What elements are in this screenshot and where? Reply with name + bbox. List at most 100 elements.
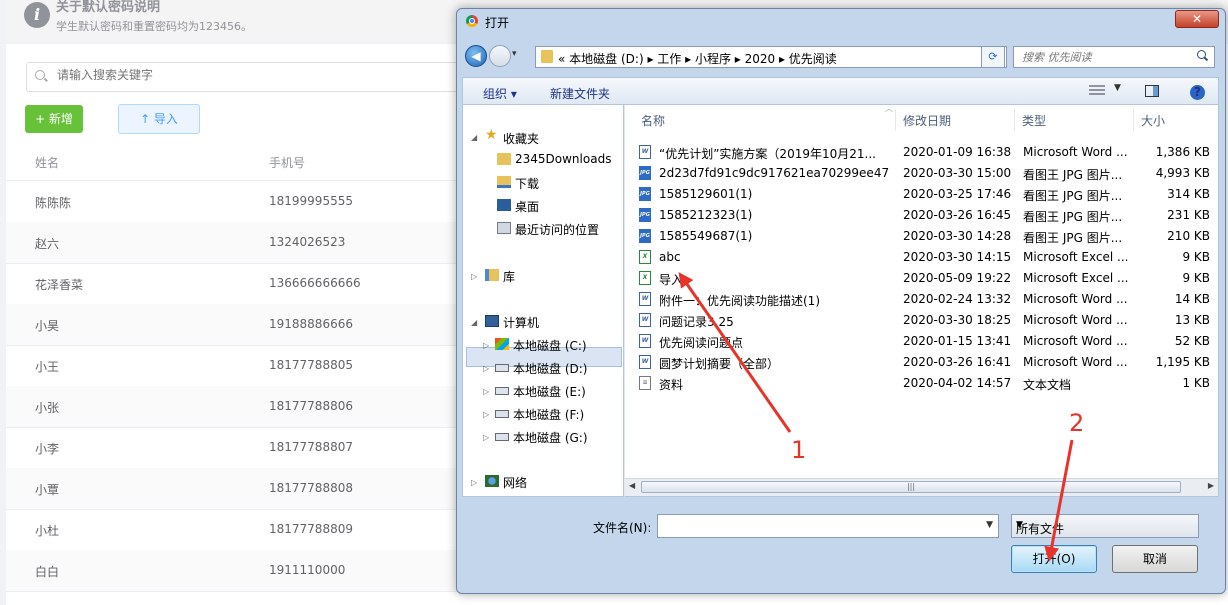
cell-phone: 18177788808 [269, 481, 353, 495]
nav-drive-c[interactable]: 本地磁盘 (C:) [513, 337, 587, 354]
expand-icon[interactable]: ▷ [483, 341, 489, 350]
organize-menu[interactable]: 组织 ▾ [483, 85, 517, 102]
table-row[interactable]: 小王 18177788805 [6, 345, 466, 387]
expand-icon[interactable]: ▷ [483, 410, 489, 419]
file-row[interactable]: W 圆梦计划摘要（全部） 2020-03-26 16:41 Microsoft Wor… [635, 352, 1210, 373]
file-row[interactable]: JPG 1585212323(1) 2020-03-26 16:45 看图王 JPG … [635, 205, 1210, 226]
table-row[interactable]: 小杜 18177788809 [6, 509, 466, 551]
forward-button[interactable] [489, 45, 517, 67]
table-row[interactable]: 小张 18177788806 [6, 386, 466, 428]
cell-name: 小张 [35, 401, 60, 415]
column-separator[interactable] [1133, 109, 1134, 131]
scrollbar-thumb[interactable]: ||| [641, 481, 1181, 493]
file-row[interactable]: JPG 2d23d7fd91c9dc917621ea70299ee47 2020-0… [635, 163, 1210, 184]
word-file-icon: W [639, 145, 651, 159]
file-row[interactable]: Xabc 2020-03-30 14:15 Microsoft Excel ... 9… [635, 247, 1210, 268]
column-type[interactable]: 类型 [1022, 112, 1046, 129]
nav-item-2345downloads[interactable]: 2345Downloads [515, 152, 611, 166]
table-row[interactable]: 花泽香菜 136666666666 [6, 263, 466, 305]
add-button[interactable]: + 新增 [25, 105, 83, 133]
file-type: Microsoft Word ... [1023, 145, 1128, 159]
file-date: 2020-03-26 16:41 [903, 355, 1012, 369]
expand-icon[interactable]: ▷ [483, 433, 489, 442]
breadcrumb[interactable]: « 本地磁盘 (D:) ▸ 工作 ▸ 小程序 ▸ 2020 ▸ 优先阅读 [558, 50, 837, 67]
table-row[interactable]: 陈陈陈 18199995555 [6, 181, 466, 223]
cancel-button[interactable]: 取消 [1112, 545, 1198, 573]
nav-drive-e[interactable]: 本地磁盘 (E:) [513, 383, 586, 400]
open-button[interactable]: 打开(O) [1011, 545, 1097, 573]
chevron-down-icon[interactable]: ▼ [986, 520, 993, 530]
chevron-down-icon[interactable]: ▼ [1114, 83, 1121, 93]
file-type: 看图王 JPG 图片... [1023, 231, 1123, 245]
file-row[interactable]: X 导入 2020-05-09 19:22 Microsoft Excel ... 9 … [635, 268, 1210, 289]
nav-drive-d[interactable]: 本地磁盘 (D:) [513, 360, 587, 377]
nav-item-desktop[interactable]: 桌面 [515, 198, 539, 215]
column-size[interactable]: 大小 [1141, 112, 1165, 129]
expand-icon[interactable]: ▷ [471, 478, 477, 487]
close-button[interactable]: ✕ [1175, 10, 1219, 28]
file-row[interactable]: ≡ 资料 2020-04-02 14:57 文本文档 1 KB [635, 373, 1210, 394]
help-icon[interactable]: ? [1190, 85, 1205, 100]
back-button[interactable]: ◀ [465, 45, 487, 67]
text-file-icon: ≡ [639, 376, 651, 390]
table-row[interactable]: 小昊 19188886666 [6, 304, 466, 346]
file-row[interactable]: W 问题记录3.25 2020-03-30 18:25 Microsoft Word … [635, 310, 1210, 331]
column-separator[interactable] [895, 109, 896, 131]
scroll-left-icon[interactable]: ◀ [629, 481, 635, 490]
filetype-select[interactable]: 所有文件 ▼ [1011, 514, 1199, 538]
search-box[interactable] [26, 62, 466, 92]
chrome-icon [466, 15, 478, 27]
nav-libraries[interactable]: 库 [503, 268, 515, 285]
nav-drive-f[interactable]: 本地磁盘 (F:) [513, 406, 584, 423]
file-row[interactable]: JPG 1585129601(1) 2020-03-25 17:46 看图王 JPG … [635, 184, 1210, 205]
cell-phone: 18177788805 [269, 358, 353, 372]
search-input[interactable] [55, 67, 459, 83]
nav-favorites[interactable]: 收藏夹 [503, 130, 539, 147]
refresh-button[interactable]: ⟳ [981, 46, 1005, 68]
table-row[interactable]: 小李 18177788807 [6, 427, 466, 469]
nav-network[interactable]: 网络 [503, 474, 527, 491]
nav-item-recent[interactable]: 最近访问的位置 [515, 221, 599, 238]
file-name: 1585129601(1) [659, 187, 753, 201]
cell-name: 小王 [35, 360, 60, 374]
cell-name: 赵六 [35, 237, 60, 251]
file-type: 看图王 JPG 图片... [1023, 168, 1123, 182]
nav-drive-g[interactable]: 本地磁盘 (G:) [513, 429, 588, 446]
column-name[interactable]: 名称 [641, 112, 665, 129]
scroll-right-icon[interactable]: ▶ [1208, 481, 1214, 490]
expand-icon[interactable]: ▷ [483, 364, 489, 373]
filename-input[interactable]: ▼ [657, 514, 999, 538]
table-row[interactable]: 小覃 18177788808 [6, 468, 466, 510]
file-row[interactable]: JPG 1585549687(1) 2020-03-30 14:28 看图王 JPG … [635, 226, 1210, 247]
file-row[interactable]: W 优先阅读问题点 2020-01-15 13:41 Microsoft Word .… [635, 331, 1210, 352]
column-separator[interactable] [1014, 109, 1015, 131]
folder-search[interactable] [1013, 46, 1215, 68]
nav-computer[interactable]: 计算机 [503, 314, 539, 331]
file-row[interactable]: W 附件一：优先阅读功能描述(1) 2020-02-24 13:32 Microsof… [635, 289, 1210, 310]
expand-icon[interactable]: ▷ [471, 272, 477, 281]
address-bar[interactable]: « 本地磁盘 (D:) ▸ 工作 ▸ 小程序 ▸ 2020 ▸ 优先阅读 ▼ [535, 46, 1007, 68]
file-row[interactable]: W “优先计划”实施方案（2019年10月21... 2020-01-09 16:3… [635, 142, 1210, 163]
downloads-icon [497, 176, 511, 188]
import-button[interactable]: ↑ 导入 [118, 104, 200, 134]
search-icon[interactable] [1197, 50, 1206, 59]
column-date[interactable]: 修改日期 [903, 112, 951, 129]
table-row[interactable]: 赵六 1324026523 [6, 222, 466, 264]
file-date: 2020-04-02 14:57 [903, 376, 1012, 390]
table-row[interactable]: 白白 1911110000 [6, 550, 466, 592]
expand-icon[interactable]: ◢ [471, 318, 477, 327]
excel-file-icon: X [639, 271, 651, 285]
file-size: 52 KB [1174, 334, 1210, 348]
view-options-icon[interactable] [1089, 85, 1105, 97]
folder-search-input[interactable] [1020, 50, 1194, 65]
horizontal-scrollbar[interactable]: ◀ ||| ▶ [625, 478, 1218, 496]
open-file-dialog: 打开 ✕ ◀ « 本地磁盘 (D:) ▸ 工作 ▸ 小程序 ▸ 2020 ▸ 优… [456, 8, 1226, 594]
cell-phone: 18199995555 [269, 194, 353, 208]
expand-icon[interactable]: ◢ [471, 133, 477, 142]
expand-icon[interactable]: ▷ [483, 387, 489, 396]
chevron-down-icon[interactable]: ▼ [1016, 520, 1193, 530]
new-folder-button[interactable]: 新建文件夹 [550, 85, 610, 102]
preview-pane-icon[interactable] [1145, 85, 1159, 97]
nav-item-downloads[interactable]: 下载 [515, 175, 539, 192]
jpg-file-icon: JPG [639, 166, 651, 180]
